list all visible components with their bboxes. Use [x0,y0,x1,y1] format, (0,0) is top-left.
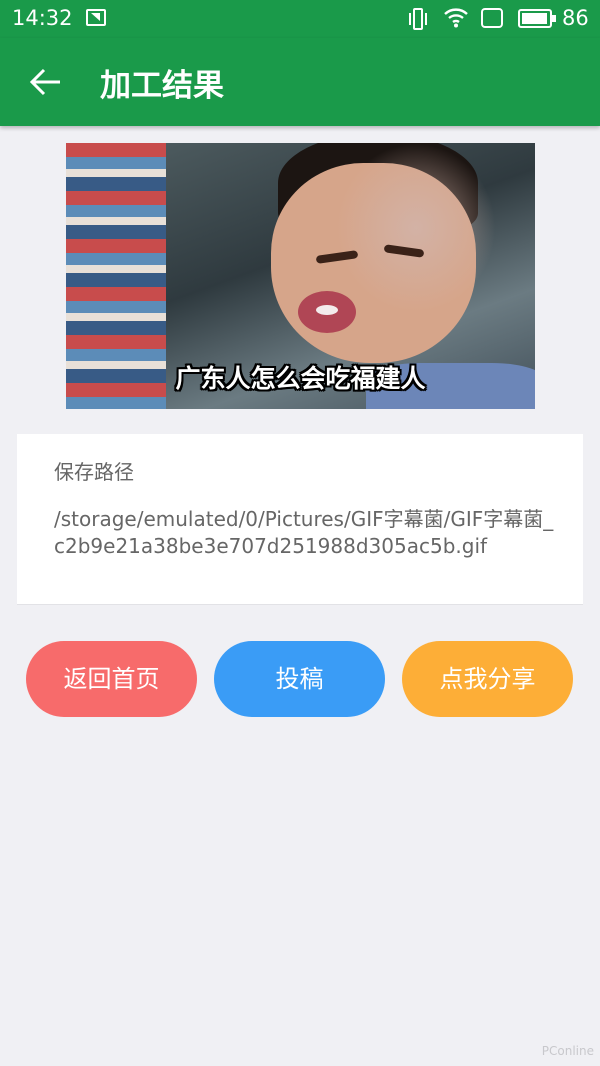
arrow-left-icon[interactable] [26,62,66,102]
page-title: 加工结果 [100,68,224,104]
signal-icon [481,8,503,28]
battery-percent: 86 [562,6,589,30]
status-bar: 14:32 86 [0,0,600,38]
save-path-card: 保存路径 /storage/emulated/0/Pictures/GIF字幕菌… [17,434,583,605]
submit-button[interactable]: 投稿 [214,641,385,717]
result-gif-image: 广东人怎么会吃福建人 [66,143,535,409]
vibrate-icon [409,8,427,30]
share-button[interactable]: 点我分享 [402,641,573,717]
save-path-value: /storage/emulated/0/Pictures/GIF字幕菌/GIF字… [54,507,554,558]
save-path-label: 保存路径 [54,460,134,484]
watermark: PConline [541,1044,594,1058]
app-bar: 加工结果 [0,38,600,126]
status-time: 14:32 [12,6,73,30]
notification-icon [86,9,106,26]
back-home-button[interactable]: 返回首页 [26,641,197,717]
gif-caption: 广东人怎么会吃福建人 [175,364,426,393]
battery-icon [518,9,556,28]
wifi-icon [444,8,468,28]
